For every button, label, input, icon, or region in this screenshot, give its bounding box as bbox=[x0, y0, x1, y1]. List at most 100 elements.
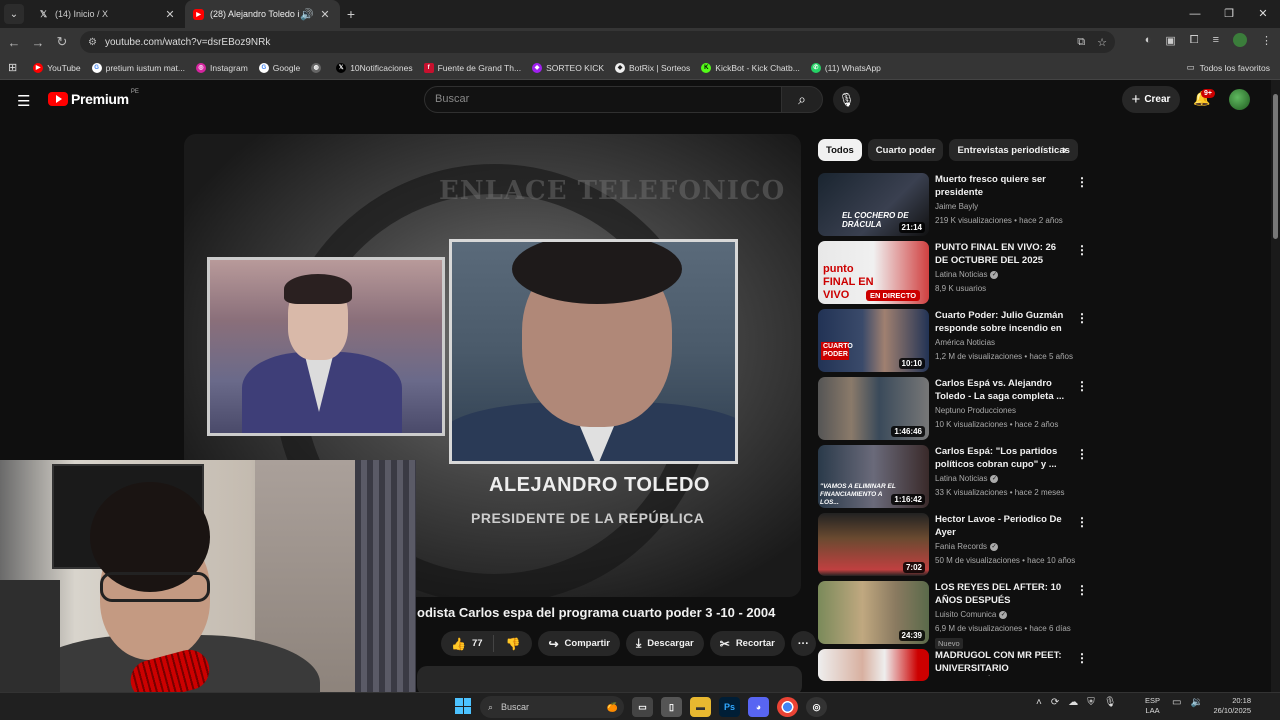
extension-icon[interactable]: ◐ bbox=[1145, 34, 1152, 46]
puzzle-icon[interactable]: ⧠ bbox=[1190, 34, 1199, 47]
chip-todos[interactable]: Todos bbox=[818, 139, 862, 161]
list-item[interactable]: EL COCHERO DE DRÁCULA 21:14 Muerto fresc… bbox=[818, 173, 1093, 241]
reload-icon[interactable]: ↻ bbox=[50, 34, 74, 50]
tab-x[interactable]: 𝕏 (14) Inicio / X ✕ bbox=[30, 0, 185, 28]
more-options-icon[interactable]: ⋮ bbox=[1076, 311, 1088, 325]
search-input[interactable]: Buscar bbox=[424, 86, 782, 113]
more-options-icon[interactable]: ⋮ bbox=[1076, 243, 1088, 257]
taskbar-search[interactable]: ⌕ Buscar 🍊 bbox=[480, 696, 624, 718]
chip-cuarto-poder[interactable]: Cuarto poder bbox=[867, 139, 944, 161]
media-icon[interactable]: ≡ bbox=[1213, 34, 1219, 46]
chevron-right-icon[interactable]: › bbox=[1062, 141, 1067, 157]
microphone-icon[interactable]: 🎙 bbox=[1104, 697, 1117, 708]
file-explorer-icon[interactable]: ▬ bbox=[690, 697, 711, 717]
tab-youtube[interactable]: ▶ (28) Alejandro Toledo insult 🔊 ✕ bbox=[185, 0, 340, 28]
restore-icon[interactable]: ❐ bbox=[1212, 0, 1246, 28]
bookmark-globe[interactable]: ◍ bbox=[311, 62, 325, 73]
clock[interactable]: 20:18 26/10/2025 bbox=[1205, 696, 1251, 716]
clip-button[interactable]: ✂ Recortar bbox=[709, 631, 785, 656]
more-options-icon[interactable]: ⋮ bbox=[1076, 515, 1088, 529]
page-scrollbar[interactable] bbox=[1271, 80, 1280, 692]
sync-icon[interactable]: ⟳ bbox=[1051, 697, 1059, 708]
shield-icon[interactable]: ⛨ bbox=[1087, 697, 1095, 708]
list-item[interactable]: "VAMOS A ELIMINAR EL FINANCIAMIENTO A LO… bbox=[818, 445, 1093, 513]
app-icon[interactable]: ▯ bbox=[661, 697, 682, 717]
bookmark-whatsapp[interactable]: ✆ (11) WhatsApp bbox=[810, 62, 881, 73]
chip-entrevistas[interactable]: Entrevistas periodísticas bbox=[949, 139, 1078, 161]
url-field[interactable]: ⚙ youtube.com/watch?v=dsrEBoz9NRk ⧉ ☆ bbox=[80, 31, 1115, 53]
language-indicator[interactable]: ESP LAA bbox=[1145, 696, 1160, 716]
bookmark-google[interactable]: G Google bbox=[258, 62, 300, 73]
video-thumbnail[interactable]: 1:46:46 bbox=[818, 377, 929, 440]
bookmark-star-icon[interactable]: ☆ bbox=[1097, 36, 1107, 49]
discord-icon[interactable]: ◕ bbox=[748, 697, 769, 717]
site-info-icon[interactable]: ⚙ bbox=[88, 37, 97, 48]
monitor-icon[interactable]: ▭ bbox=[1172, 697, 1181, 708]
bookmark-pretium[interactable]: Gpretium iustum mat... bbox=[91, 62, 185, 73]
video-thumbnail[interactable]: EL COCHERO DE DRÁCULA 21:14 bbox=[818, 173, 929, 236]
chrome-icon[interactable] bbox=[777, 697, 798, 717]
bookmark-notificaciones[interactable]: 𝕏 10Notificaciones bbox=[336, 62, 413, 73]
more-options-icon[interactable]: ⋮ bbox=[1076, 447, 1088, 461]
kebab-menu-icon[interactable]: ⋮ bbox=[1261, 34, 1272, 47]
volume-icon[interactable]: 🔉 bbox=[1190, 697, 1202, 708]
more-options-icon[interactable]: ⋮ bbox=[1076, 583, 1088, 597]
back-icon[interactable]: ← bbox=[2, 35, 26, 50]
voice-search-button[interactable]: 🎙 bbox=[833, 86, 860, 113]
task-view-icon[interactable]: ▭ bbox=[632, 697, 653, 717]
extension-icon[interactable]: ▣ bbox=[1165, 34, 1175, 47]
avatar[interactable] bbox=[1229, 89, 1250, 110]
close-window-icon[interactable]: ✕ bbox=[1246, 0, 1280, 28]
cloud-icon[interactable]: ☁ bbox=[1068, 697, 1078, 708]
hamburger-menu-icon[interactable]: ☰ bbox=[17, 92, 30, 110]
obs-icon[interactable]: ◎ bbox=[806, 697, 827, 717]
list-item[interactable]: CUARTO PODER 10:10 Cuarto Poder: Julio G… bbox=[818, 309, 1093, 377]
apps-icon[interactable]: ⊞ bbox=[8, 61, 17, 74]
more-options-icon[interactable]: ⋮ bbox=[1076, 651, 1088, 665]
search-button[interactable]: ⌕ bbox=[781, 86, 823, 113]
dislike-button[interactable]: 👎 bbox=[494, 637, 533, 651]
video-thumbnail[interactable]: 24:39 bbox=[818, 581, 929, 644]
bookmark-instagram[interactable]: ◎ Instagram bbox=[195, 62, 248, 73]
bookmark-youtube[interactable]: ▶ YouTube bbox=[33, 62, 81, 73]
bookmark-sorteo-kick[interactable]: ◆ SORTEO KICK bbox=[532, 62, 604, 73]
list-item[interactable]: 1:46:46 Carlos Espá vs. Alejandro Toledo… bbox=[818, 377, 1093, 445]
more-options-icon[interactable]: ⋮ bbox=[1076, 379, 1088, 393]
list-item[interactable]: punto FINAL EN VIVO EN DIRECTO PUNTO FIN… bbox=[818, 241, 1093, 309]
channel-name: Fania Records ✓ bbox=[935, 542, 999, 551]
list-item[interactable]: 24:39 LOS REYES DEL AFTER: 10 AÑOS DESPU… bbox=[818, 581, 1093, 649]
forward-icon[interactable]: → bbox=[26, 35, 50, 50]
windows-start-icon[interactable] bbox=[455, 698, 471, 714]
tab-search-icon[interactable]: ⌄ bbox=[4, 4, 24, 24]
bookmark-gta-font[interactable]: f Fuente de Grand Th... bbox=[423, 62, 521, 73]
bookmark-kickbot[interactable]: K KickBot - Kick Chatb... bbox=[701, 62, 800, 73]
photoshop-icon[interactable]: Ps bbox=[719, 697, 740, 717]
speaker-icon[interactable]: 🔊 bbox=[300, 8, 314, 21]
video-thumbnail[interactable]: punto FINAL EN VIVO EN DIRECTO bbox=[818, 241, 929, 304]
video-thumbnail[interactable]: "VAMOS A ELIMINAR EL FINANCIAMIENTO A LO… bbox=[818, 445, 929, 508]
close-tab-icon[interactable]: ✕ bbox=[318, 8, 332, 21]
browser-tab-bar: ⌄ 𝕏 (14) Inicio / X ✕ ▶ (28) Alejandro T… bbox=[0, 0, 1280, 28]
folder-icon: ▭ bbox=[1186, 62, 1195, 72]
more-actions-button[interactable]: ··· bbox=[790, 631, 816, 656]
profile-icon[interactable] bbox=[1233, 33, 1247, 47]
all-favorites[interactable]: ▭ Todos los favoritos bbox=[1187, 62, 1270, 73]
video-meta: 219 K visualizaciones • hace 2 años bbox=[935, 216, 1063, 225]
like-button[interactable]: 👍 77 bbox=[441, 635, 494, 652]
install-icon[interactable]: ⧉ bbox=[1077, 36, 1085, 49]
video-thumbnail[interactable]: 7:02 bbox=[818, 513, 929, 576]
new-tab-button[interactable]: + bbox=[340, 6, 362, 22]
chevron-up-icon[interactable]: ˄ bbox=[1036, 697, 1042, 708]
search-icon: ⌕ bbox=[488, 701, 494, 712]
close-tab-icon[interactable]: ✕ bbox=[163, 8, 177, 21]
bookmark-botrix[interactable]: ◆ BotRix | Sorteos bbox=[615, 62, 690, 73]
download-button[interactable]: ⤓ Descargar bbox=[625, 631, 704, 656]
share-button[interactable]: ↪ Compartir bbox=[538, 631, 620, 656]
list-item[interactable]: 7:02 Hector Lavoe - Periodico De Ayer Fa… bbox=[818, 513, 1093, 581]
more-options-icon[interactable]: ⋮ bbox=[1076, 175, 1088, 189]
video-thumbnail[interactable]: CUARTO PODER 10:10 bbox=[818, 309, 929, 372]
create-button[interactable]: + Crear bbox=[1122, 86, 1180, 113]
youtube-premium-logo[interactable]: Premium PE bbox=[48, 89, 139, 107]
video-thumbnail[interactable] bbox=[818, 649, 929, 681]
minimize-icon[interactable]: — bbox=[1178, 0, 1212, 28]
